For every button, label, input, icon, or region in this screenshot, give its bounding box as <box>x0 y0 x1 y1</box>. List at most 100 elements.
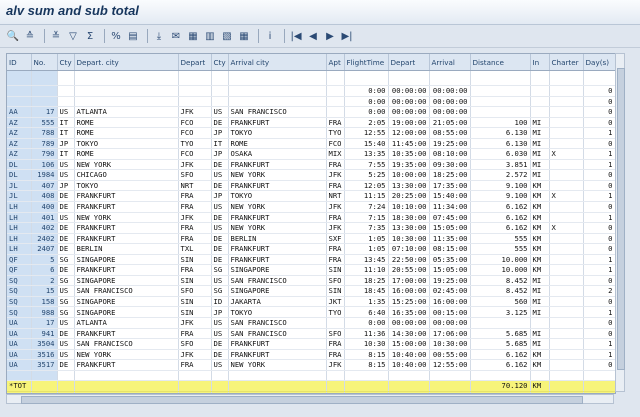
column-header[interactable]: ID <box>7 54 32 71</box>
table-cell: SG <box>211 264 229 276</box>
column-header[interactable]: Apt <box>326 54 345 71</box>
table-cell: US <box>57 349 75 361</box>
table-row[interactable]: UA 17 US ATLANTA JFK US SAN FRANCISCO 0:00 00:00… <box>7 317 615 329</box>
table-row[interactable]: DL 106 US NEW YORK JFK DE FRANKFURT FRA 7:55 19:3… <box>7 159 615 171</box>
table-row[interactable]: LH 2402 DE FRANKFURT FRA DE BERLIN SXF 1:05 10:30… <box>7 233 615 245</box>
table-cell: JP <box>211 127 229 139</box>
grid-icon[interactable]: ▦ <box>237 29 251 43</box>
detail-icon[interactable]: 🔍 <box>6 29 20 43</box>
table-row[interactable]: AZ 788 IT ROME FCO JP TOKYO TYO 12:55 12:00:00 08:… <box>7 127 615 139</box>
print-icon[interactable]: ▤ <box>126 29 140 43</box>
table-cell: 00:15:00 <box>429 306 471 319</box>
table-cell: US <box>211 328 229 340</box>
column-header[interactable]: Cty <box>211 54 229 71</box>
sum-icon[interactable]: Σ <box>83 29 97 43</box>
column-header[interactable]: Cty <box>57 54 75 71</box>
table-cell <box>530 85 550 97</box>
table-row[interactable]: LH 2407 DE BERLIN TXL DE FRANKFURT FRA 1:05 07:10… <box>7 243 615 255</box>
table-cell: AA <box>7 106 32 118</box>
table-cell: FRA <box>326 349 345 361</box>
table-row[interactable]: SQ 2 SG SINGAPORE SIN US SAN FRANCISCO SFO 18:25… <box>7 275 615 287</box>
table-row[interactable]: SQ 15 US SAN FRANCISCO SFO SG SINGAPORE SIN 18:4… <box>7 285 615 297</box>
column-header[interactable]: FlightTime <box>344 54 389 71</box>
sort-ascending-icon[interactable]: ≙ <box>23 29 37 43</box>
table-cell: 6.162 <box>470 212 531 224</box>
table-row[interactable]: QF 5 SG SINGAPORE SIN DE FRANKFURT FRA 13:45 22:5… <box>7 254 615 266</box>
table-cell: US <box>57 169 75 181</box>
mail-icon[interactable]: ✉ <box>169 29 183 43</box>
table-row[interactable]: LH 400 DE FRANKFURT FRA US NEW YORK JFK 7:24 10:1… <box>7 201 615 213</box>
column-header[interactable]: Charter <box>549 54 584 71</box>
table-row[interactable]: UA 3517 DE FRANKFURT FRA US NEW YORK JFK 8:15 10:… <box>7 359 615 371</box>
table-cell: 10:10:00 <box>388 201 430 213</box>
table-row[interactable]: UA 3504 US SAN FRANCISCO SFO DE FRANKFURT FRA 10… <box>7 338 615 350</box>
table-cell: SG <box>211 285 229 297</box>
total-cell: 70.120 <box>470 380 531 392</box>
info-icon[interactable]: i <box>263 29 277 43</box>
table-row[interactable]: LH 401 US NEW YORK JFK DE FRANKFURT FRA 7:15 18:3… <box>7 212 615 224</box>
sort-descending-icon[interactable]: ≚ <box>49 29 63 43</box>
table-row[interactable]: 0:00 00:00:00 00:00:00 0 <box>7 96 615 108</box>
filter-icon[interactable]: ▽ <box>66 29 80 43</box>
table-cell <box>549 201 584 213</box>
column-header[interactable]: Depart <box>178 54 212 71</box>
total-cell <box>429 380 471 392</box>
horizontal-scroll-thumb[interactable] <box>21 396 583 404</box>
column-header[interactable]: Depart. city <box>74 54 179 71</box>
column-header[interactable]: In <box>530 54 550 71</box>
table-cell: 2 <box>583 285 615 297</box>
table-cell: SAN FRANCISCO <box>74 338 179 350</box>
table-row[interactable]: AA 17 US ATLANTA JFK US SAN FRANCISCO 0:00 00:00… <box>7 106 615 118</box>
table-row[interactable]: QF 6 DE FRANKFURT FRA SG SINGAPORE SIN 11:10 20:5… <box>7 264 615 276</box>
table-row[interactable]: UA 3516 US NEW YORK JFK DE FRANKFURT FRA 8:15 10:… <box>7 349 615 361</box>
layout-icon[interactable]: ▥ <box>203 29 217 43</box>
table-cell: 11:10 <box>344 264 389 276</box>
table-row[interactable]: AZ 789 JP TOKYO TYO IT ROME FCO 15:40 11:45:00 19:… <box>7 138 615 150</box>
column-header[interactable]: Day(s) <box>583 54 615 71</box>
table-cell: MI <box>530 328 550 340</box>
table-cell: X <box>549 190 584 202</box>
table-cell: AZ <box>7 138 32 150</box>
table-row[interactable] <box>7 70 615 86</box>
table-row[interactable]: UA 941 DE FRANKFURT FRA US SAN FRANCISCO SFO 11:… <box>7 328 615 340</box>
table-row[interactable]: SQ 988 SG SINGAPORE SIN JP TOKYO TYO 6:40 16:35:0… <box>7 306 615 319</box>
vertical-scrollbar[interactable] <box>615 53 625 392</box>
subtotal-icon[interactable]: % <box>109 29 123 43</box>
previous-page-icon[interactable]: ◀ <box>306 29 320 43</box>
table-cell: BERLIN <box>74 243 179 255</box>
table-row[interactable]: AZ 555 IT ROME FCO DE FRANKFURT FRA 2:05 19:00:00… <box>7 117 615 129</box>
table-row[interactable]: SQ 158 SG SINGAPORE SIN ID JAKARTA JKT 1:35 15:25… <box>7 296 615 308</box>
column-header[interactable]: Depart <box>388 54 430 71</box>
table-row[interactable]: JL 407 JP TOKYO NRT DE FRANKFURT FRA 12:05 13:30:… <box>7 180 615 192</box>
table-cell: 9.100 <box>470 190 531 202</box>
vertical-scroll-thumb[interactable] <box>617 68 625 370</box>
column-header[interactable]: Arrival <box>429 54 471 71</box>
table-cell: SG <box>57 306 75 319</box>
table-row[interactable]: LH 402 DE FRANKFURT FRA US NEW YORK JFK 7:35 13:3… <box>7 222 615 234</box>
table-cell: 0 <box>583 85 615 97</box>
last-page-icon[interactable]: ▶| <box>340 29 354 43</box>
table-row[interactable]: JL 408 DE FRANKFURT FRA JP TOKYO NRT 11:15 20:25:… <box>7 190 615 202</box>
export-icon[interactable]: ⤓ <box>152 29 166 43</box>
table-row[interactable]: DL 1984 US CHICAGO SFO US NEW YORK JFK 5:25 10:00… <box>7 169 615 181</box>
table-cell: NEW YORK <box>228 222 327 234</box>
next-page-icon[interactable]: ▶ <box>323 29 337 43</box>
first-page-icon[interactable]: |◀ <box>289 29 303 43</box>
table-cell: KM <box>530 254 550 266</box>
alv-grid: ID No. Cty Depart. city Depart Cty Arrival cit… <box>6 53 616 394</box>
table-row[interactable]: AZ 790 IT ROME FCO JP OSAKA MIX 13:35 10:35:00 08:… <box>7 148 615 160</box>
table-cell: 407 <box>31 180 58 192</box>
column-header[interactable]: No. <box>31 54 58 71</box>
graphic-icon[interactable]: ▦ <box>186 29 200 43</box>
table-cell: 3504 <box>31 338 58 350</box>
table-row[interactable]: 0:00 00:00:00 00:00:00 0 <box>7 85 615 97</box>
layout-save-icon[interactable]: ▧ <box>220 29 234 43</box>
table-cell: UA <box>7 349 32 361</box>
table-cell <box>549 117 584 129</box>
table-cell <box>470 317 531 329</box>
horizontal-scrollbar[interactable] <box>6 394 614 404</box>
table-cell: 13:30:00 <box>388 180 430 192</box>
table-cell <box>57 96 75 108</box>
column-header[interactable]: Arrival city <box>228 54 327 71</box>
column-header[interactable]: Distance <box>470 54 531 71</box>
